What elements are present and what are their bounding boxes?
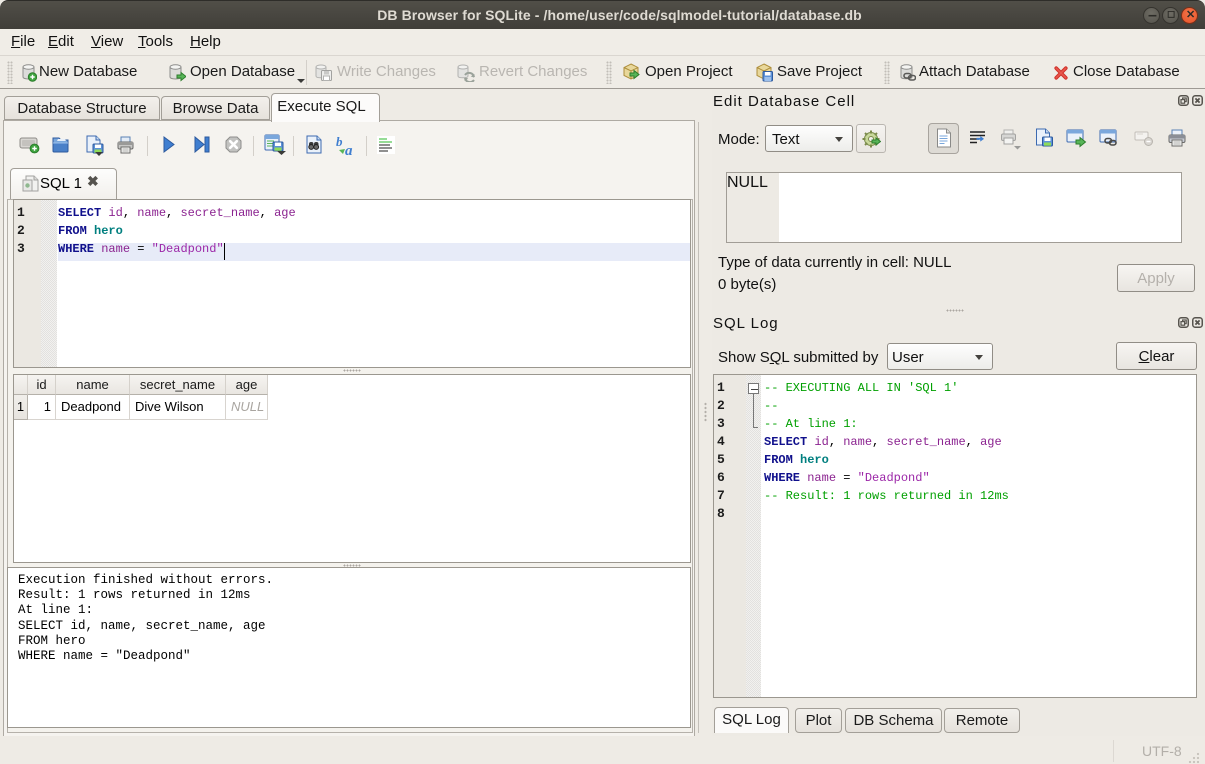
svg-text:b: b bbox=[336, 135, 343, 149]
svg-text:a: a bbox=[345, 143, 353, 157]
